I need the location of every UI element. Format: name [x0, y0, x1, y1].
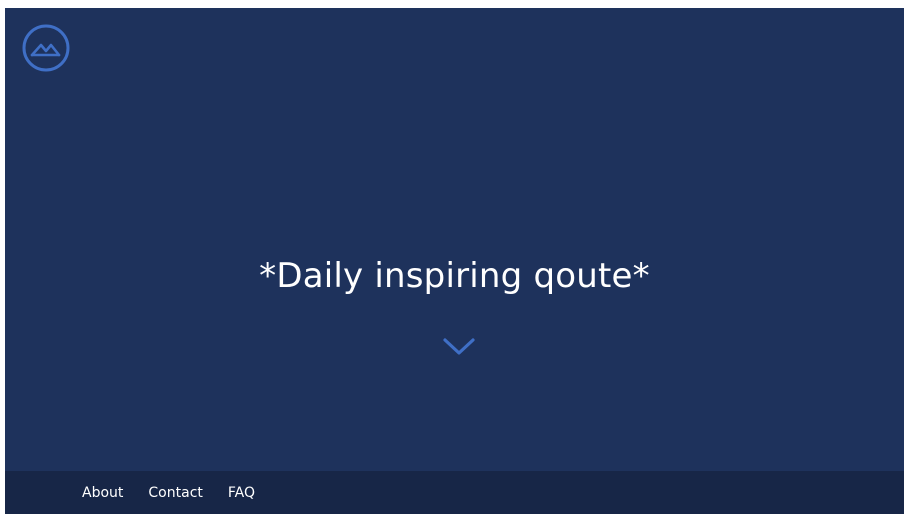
footer-link-contact[interactable]: Contact — [148, 485, 202, 501]
logo-link[interactable] — [22, 24, 70, 72]
daily-quote: *Daily inspiring qoute* — [259, 256, 650, 296]
footer-nav: About Contact FAQ — [82, 471, 280, 514]
footer-link-faq[interactable]: FAQ — [228, 485, 255, 501]
mountain-circle-icon — [22, 24, 70, 72]
page-frame: *Daily inspiring qoute* About Contact FA… — [5, 8, 904, 514]
scroll-down-button[interactable] — [442, 336, 476, 358]
footer-link-about[interactable]: About — [82, 485, 123, 501]
chevron-down-icon — [443, 338, 475, 355]
footer: About Contact FAQ — [5, 471, 904, 514]
